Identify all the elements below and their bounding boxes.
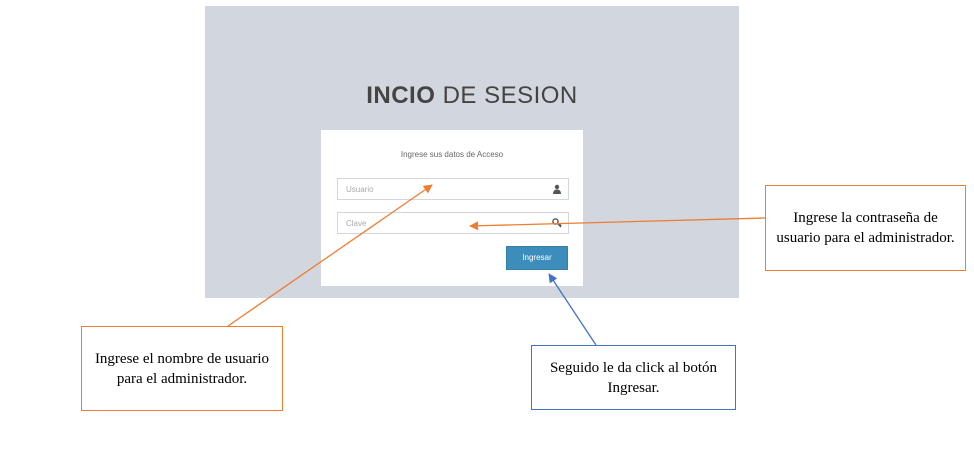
username-arrow (227, 184, 433, 327)
button-callout: Seguido le da click al botón Ingresar. (531, 345, 736, 410)
button-arrow (548, 273, 597, 346)
password-arrow (469, 217, 766, 231)
password-callout: Ingrese la contraseña de usuario para el… (765, 185, 966, 271)
username-callout: Ingrese el nombre de usuario para el adm… (81, 326, 283, 411)
